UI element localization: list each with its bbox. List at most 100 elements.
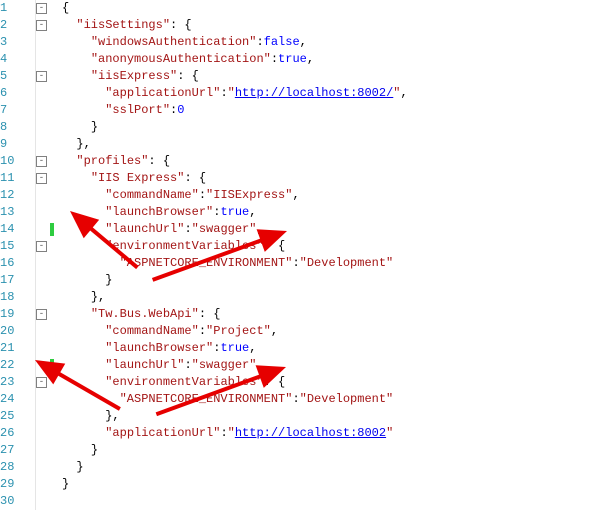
line-number: 23 — [0, 374, 31, 391]
change-marker-cell — [50, 493, 58, 510]
code-line[interactable]: "Tw.Bus.WebApi": { — [62, 306, 603, 323]
line-number: 26 — [0, 425, 31, 442]
token: " — [228, 425, 235, 442]
token: "windowsAuthentication" — [91, 34, 257, 51]
code-line[interactable]: { — [62, 0, 603, 17]
code-line[interactable]: "launchBrowser": true, — [62, 340, 603, 357]
change-marker-cell — [50, 119, 58, 136]
fold-cell[interactable]: - — [36, 17, 50, 34]
line-number: 21 — [0, 340, 31, 357]
token: "Tw.Bus.WebApi" — [91, 306, 199, 323]
fold-cell — [36, 255, 50, 272]
fold-cell[interactable]: - — [36, 374, 50, 391]
code-line[interactable]: "launchUrl": "swagger", — [62, 221, 603, 238]
fold-cell[interactable]: - — [36, 68, 50, 85]
line-number: 24 — [0, 391, 31, 408]
token: } — [91, 442, 98, 459]
code-line[interactable]: }, — [62, 136, 603, 153]
line-number: 27 — [0, 442, 31, 459]
fold-cell[interactable]: - — [36, 153, 50, 170]
change-marker-cell — [50, 306, 58, 323]
token: : — [184, 357, 191, 374]
token: "launchUrl" — [105, 357, 184, 374]
fold-toggle-icon[interactable]: - — [36, 377, 47, 388]
code-area[interactable]: { "iisSettings": { "windowsAuthenticatio… — [58, 0, 603, 510]
code-line[interactable]: "environmentVariables": { — [62, 374, 603, 391]
change-marker-cell — [50, 51, 58, 68]
code-line[interactable]: "commandName": "Project", — [62, 323, 603, 340]
code-line[interactable]: "anonymousAuthentication": true, — [62, 51, 603, 68]
token: , — [271, 323, 278, 340]
fold-toggle-icon[interactable]: - — [36, 71, 47, 82]
token: : — [184, 221, 191, 238]
code-line[interactable]: "commandName": "IISExpress", — [62, 187, 603, 204]
fold-cell[interactable]: - — [36, 238, 50, 255]
code-line[interactable]: "applicationUrl": "http://localhost:8002… — [62, 85, 603, 102]
line-number: 6 — [0, 85, 31, 102]
fold-cell — [36, 323, 50, 340]
token: : — [213, 340, 220, 357]
line-number: 20 — [0, 323, 31, 340]
code-line[interactable]: } — [62, 442, 603, 459]
fold-toggle-icon[interactable]: - — [36, 241, 47, 252]
line-number: 30 — [0, 493, 31, 510]
token: " — [386, 425, 393, 442]
line-number: 14 — [0, 221, 31, 238]
fold-cell[interactable]: - — [36, 0, 50, 17]
fold-cell — [36, 119, 50, 136]
code-line[interactable]: "applicationUrl": "http://localhost:8002… — [62, 425, 603, 442]
token: "profiles" — [76, 153, 148, 170]
code-line[interactable]: } — [62, 119, 603, 136]
token: "swagger" — [192, 221, 257, 238]
token: "iisSettings" — [76, 17, 170, 34]
fold-cell — [36, 340, 50, 357]
token: "iisExpress" — [91, 68, 177, 85]
code-line[interactable]: "profiles": { — [62, 153, 603, 170]
token: : — [199, 323, 206, 340]
token: : — [220, 425, 227, 442]
change-marker-cell — [50, 255, 58, 272]
fold-cell — [36, 476, 50, 493]
code-line[interactable]: "iisSettings": { — [62, 17, 603, 34]
code-line[interactable]: "launchBrowser": true, — [62, 204, 603, 221]
fold-cell — [36, 272, 50, 289]
code-line[interactable]: "ASPNETCORE_ENVIRONMENT": "Development" — [62, 255, 603, 272]
fold-toggle-icon[interactable]: - — [36, 156, 47, 167]
fold-toggle-icon[interactable]: - — [36, 20, 47, 31]
fold-gutter: - - - - - - - - — [36, 0, 50, 510]
token: true — [220, 204, 249, 221]
line-number: 16 — [0, 255, 31, 272]
code-editor[interactable]: 1234567891011121314151617181920212223242… — [0, 0, 603, 510]
change-marker-cell — [50, 459, 58, 476]
fold-toggle-icon[interactable]: - — [36, 309, 47, 320]
token: "sslPort" — [105, 102, 170, 119]
fold-cell — [36, 204, 50, 221]
fold-cell — [36, 408, 50, 425]
fold-cell[interactable]: - — [36, 170, 50, 187]
token: } — [76, 459, 83, 476]
code-line[interactable]: "windowsAuthentication": false, — [62, 34, 603, 51]
code-line[interactable]: "sslPort": 0 — [62, 102, 603, 119]
token: { — [62, 0, 69, 17]
token: } — [91, 119, 98, 136]
fold-toggle-icon[interactable]: - — [36, 173, 47, 184]
code-line[interactable] — [62, 493, 603, 510]
fold-cell — [36, 289, 50, 306]
fold-cell — [36, 493, 50, 510]
code-line[interactable]: } — [62, 476, 603, 493]
code-line[interactable]: }, — [62, 408, 603, 425]
code-line[interactable]: } — [62, 272, 603, 289]
code-line[interactable]: "environmentVariables": { — [62, 238, 603, 255]
fold-cell[interactable]: - — [36, 306, 50, 323]
code-line[interactable]: "ASPNETCORE_ENVIRONMENT": "Development" — [62, 391, 603, 408]
code-line[interactable]: } — [62, 459, 603, 476]
code-line[interactable]: }, — [62, 289, 603, 306]
code-line[interactable]: "iisExpress": { — [62, 68, 603, 85]
code-line[interactable]: "IIS Express": { — [62, 170, 603, 187]
fold-cell — [36, 459, 50, 476]
code-line[interactable]: "launchUrl": "swagger", — [62, 357, 603, 374]
fold-toggle-icon[interactable]: - — [36, 3, 47, 14]
token: : { — [264, 238, 286, 255]
change-marker-cell — [50, 340, 58, 357]
token: } — [105, 272, 112, 289]
